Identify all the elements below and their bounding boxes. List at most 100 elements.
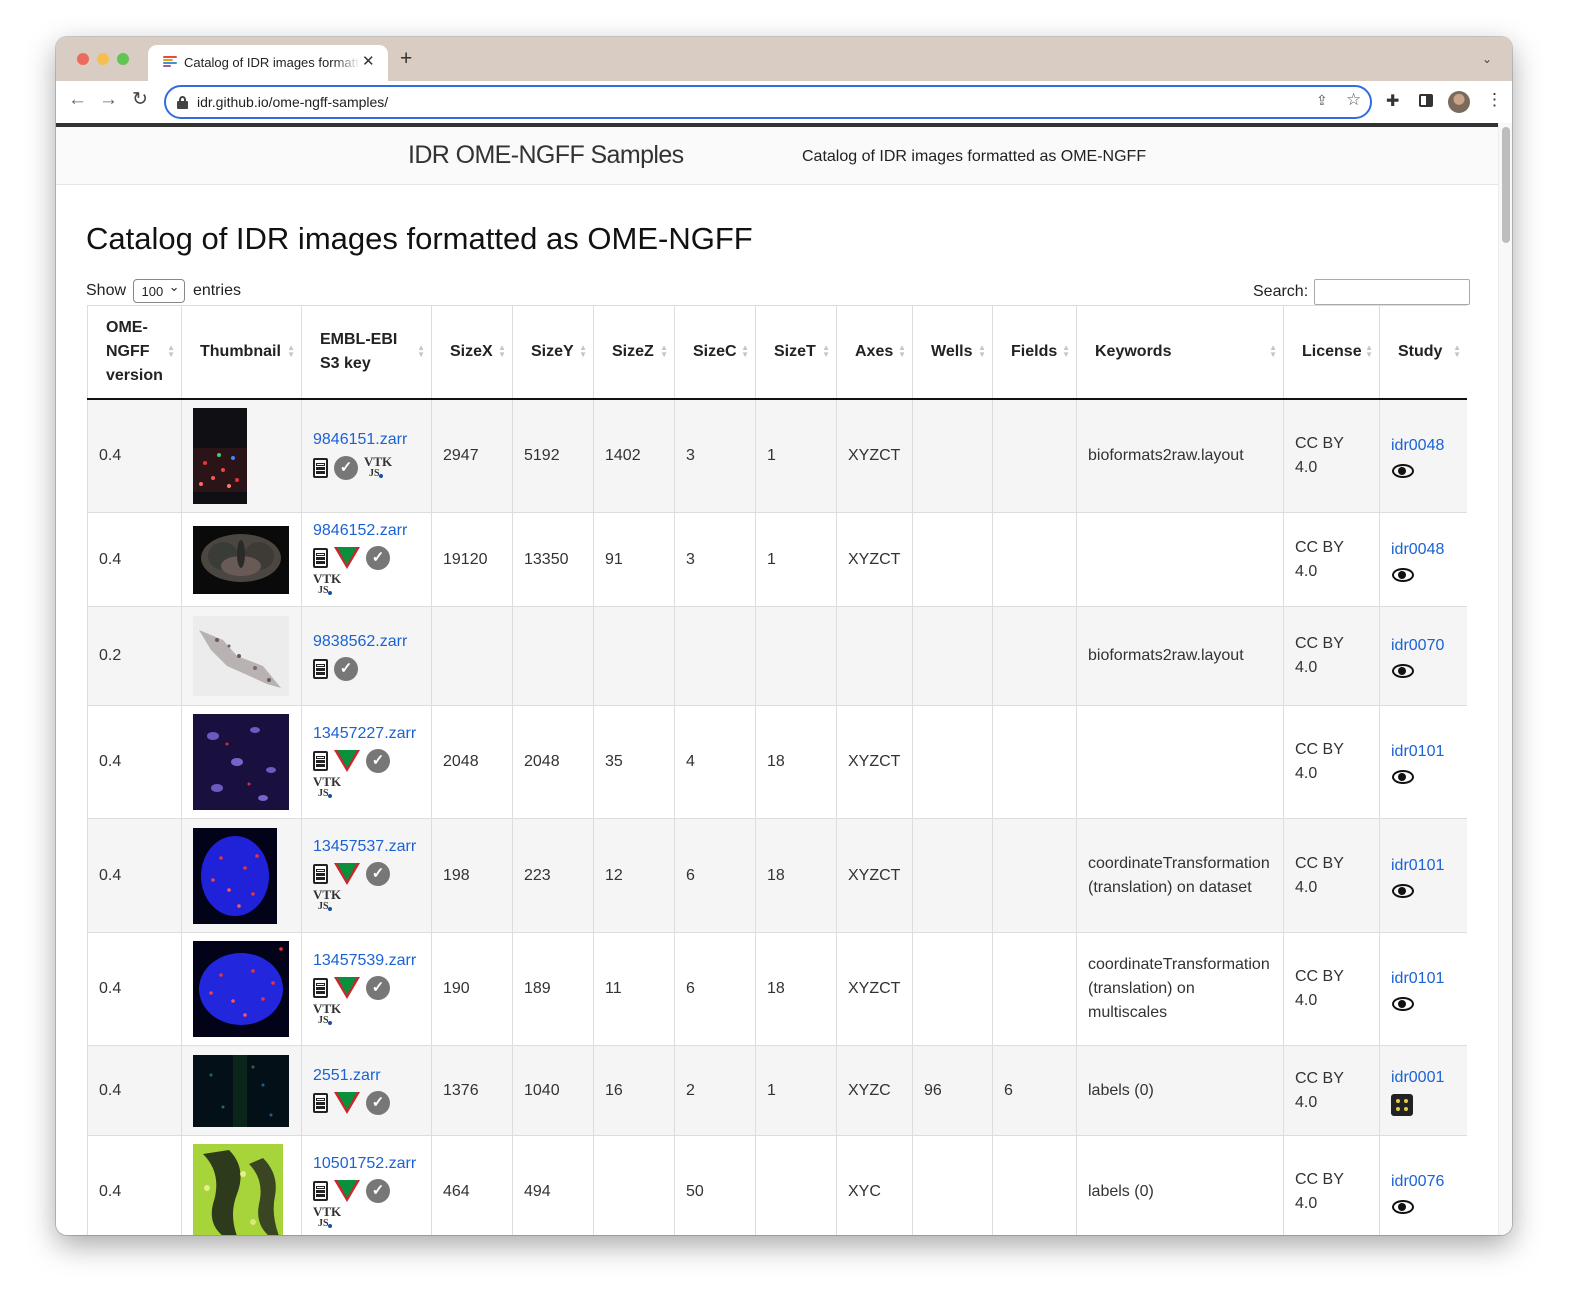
thumbnail-image[interactable]	[193, 941, 289, 1037]
study-link[interactable]: idr0101	[1391, 857, 1444, 874]
clipboard-icon[interactable]	[313, 1180, 328, 1201]
study-link[interactable]: idr0101	[1391, 970, 1444, 987]
reload-button[interactable]: ↻	[132, 90, 148, 109]
clipboard-icon[interactable]	[313, 548, 328, 568]
profile-avatar[interactable]	[1448, 91, 1470, 113]
study-link[interactable]: idr0048	[1391, 541, 1444, 558]
check-circle-icon[interactable]: ✓	[334, 656, 358, 681]
vizarr-icon[interactable]	[334, 976, 360, 999]
forward-button[interactable]: →	[99, 90, 118, 109]
vtk-js-icon[interactable]: VTK JS	[313, 775, 341, 801]
thumbnail-image[interactable]	[193, 525, 289, 594]
zarr-key-link[interactable]: 13457227.zarr	[313, 722, 420, 746]
address-bar[interactable]: idr.github.io/ome-ngff-samples/ ⇪ ☆	[164, 85, 1372, 119]
vizarr-icon[interactable]	[334, 749, 360, 772]
bookmark-star-icon[interactable]: ☆	[1346, 90, 1361, 110]
check-circle-icon[interactable]: ✓	[366, 975, 390, 1000]
column-header-key[interactable]: EMBL-EBI S3 key ▲ ▼	[301, 305, 432, 400]
thumbnail-image[interactable]	[193, 1054, 289, 1127]
vizarr-icon[interactable]	[334, 863, 360, 885]
eye-icon[interactable]	[1391, 996, 1415, 1011]
zarr-key-link[interactable]: 2551.zarr	[313, 1064, 420, 1088]
eye-icon[interactable]	[1391, 463, 1415, 478]
thumbnail-image[interactable]	[193, 827, 277, 924]
check-circle-icon[interactable]: ✓	[366, 1091, 390, 1115]
vtk-js-icon[interactable]: VTK JS	[313, 1205, 341, 1231]
eye-icon[interactable]	[1391, 1199, 1415, 1214]
vtk-js-icon[interactable]: VTK JS	[313, 572, 341, 598]
vizarr-icon[interactable]	[334, 1092, 360, 1114]
scrollbar-thumb[interactable]	[1502, 127, 1510, 243]
vizarr-icon[interactable]	[334, 547, 360, 569]
site-title[interactable]: IDR OME-NGFF Samples	[408, 141, 684, 170]
zarr-key-link[interactable]: 9838562.zarr	[313, 630, 420, 654]
zarr-key-link[interactable]: 13457539.zarr	[313, 949, 420, 973]
lock-icon[interactable]	[177, 96, 188, 109]
back-button[interactable]: ←	[68, 90, 87, 109]
vtk-js-icon[interactable]: VTK JS	[313, 1002, 341, 1028]
entries-select[interactable]: 100	[133, 279, 186, 303]
column-header-sizex[interactable]: SizeX ▲ ▼	[431, 305, 513, 400]
check-circle-icon[interactable]: ✓	[334, 456, 358, 481]
clipboard-icon[interactable]	[313, 458, 328, 479]
eye-icon[interactable]	[1391, 883, 1415, 898]
column-header-sizec[interactable]: SizeC ▲ ▼	[674, 305, 756, 400]
study-link[interactable]: idr0070	[1391, 637, 1444, 654]
extensions-puzzle-icon[interactable]: ✚	[1386, 91, 1399, 111]
column-header-fields[interactable]: Fields ▲ ▼	[992, 305, 1077, 400]
thumbnail-image[interactable]	[193, 714, 289, 810]
check-circle-icon[interactable]: ✓	[366, 748, 390, 773]
sizet-cell: 18	[755, 705, 837, 819]
close-tab-icon[interactable]: ✕	[362, 52, 375, 70]
column-header-study[interactable]: Study ▲ ▼	[1379, 305, 1467, 400]
url-text[interactable]: idr.github.io/ome-ngff-samples/	[197, 94, 388, 110]
zarr-key-link[interactable]: 9846152.zarr	[313, 519, 420, 543]
study-link[interactable]: idr0076	[1391, 1173, 1444, 1190]
eye-icon[interactable]	[1391, 567, 1415, 582]
column-header-thumbnail[interactable]: Thumbnail ▲ ▼	[181, 305, 302, 400]
study-link[interactable]: idr0048	[1391, 437, 1444, 454]
close-window-button[interactable]	[77, 53, 89, 65]
browser-tab[interactable]: Catalog of IDR images formatted as OME-N…	[148, 45, 388, 81]
clipboard-icon[interactable]	[313, 658, 328, 679]
page-scrollbar[interactable]	[1498, 123, 1512, 1235]
study-link[interactable]: idr0101	[1391, 743, 1444, 760]
eye-icon[interactable]	[1391, 663, 1415, 678]
maximize-window-button[interactable]	[117, 53, 129, 65]
zarr-key-link[interactable]: 9846151.zarr	[313, 428, 420, 452]
clipboard-icon[interactable]	[313, 864, 328, 884]
plate-icon[interactable]	[1391, 1093, 1413, 1116]
column-header-keywords[interactable]: Keywords ▲ ▼	[1076, 305, 1284, 400]
clipboard-icon[interactable]	[313, 977, 328, 998]
share-icon[interactable]: ⇪	[1316, 92, 1328, 109]
thumbnail-image[interactable]	[193, 616, 289, 696]
column-header-license[interactable]: License ▲ ▼	[1283, 305, 1380, 400]
vizarr-icon[interactable]	[334, 1179, 360, 1202]
clipboard-icon[interactable]	[313, 750, 328, 771]
check-circle-icon[interactable]: ✓	[366, 862, 390, 886]
column-header-axes[interactable]: Axes ▲ ▼	[836, 305, 913, 400]
side-panel-icon[interactable]	[1419, 94, 1433, 107]
study-link[interactable]: idr0001	[1391, 1069, 1444, 1086]
thumbnail-image[interactable]	[193, 1144, 283, 1235]
thumbnail-image[interactable]	[193, 407, 247, 504]
vtk-js-icon[interactable]: VTK JS	[313, 888, 341, 914]
check-circle-icon[interactable]: ✓	[366, 546, 390, 570]
column-header-sizez[interactable]: SizeZ ▲ ▼	[593, 305, 675, 400]
license-cell: CC BY 4.0	[1283, 398, 1380, 513]
zarr-key-link[interactable]: 10501752.zarr	[313, 1152, 420, 1176]
check-circle-icon[interactable]: ✓	[366, 1178, 390, 1203]
search-input[interactable]	[1313, 279, 1470, 305]
column-header-wells[interactable]: Wells ▲ ▼	[912, 305, 993, 400]
column-header-sizey[interactable]: SizeY ▲ ▼	[512, 305, 594, 400]
zarr-key-link[interactable]: 13457537.zarr	[313, 835, 420, 859]
column-header-sizet[interactable]: SizeT ▲ ▼	[755, 305, 837, 400]
vtk-js-icon[interactable]: VTK JS	[364, 455, 392, 481]
new-tab-button[interactable]: +	[400, 48, 412, 69]
column-header-version[interactable]: OME-NGFF version ▲ ▼	[87, 305, 182, 400]
minimize-window-button[interactable]	[97, 53, 109, 65]
tab-search-chevron-icon[interactable]: ⌄	[1482, 52, 1492, 66]
eye-icon[interactable]	[1391, 769, 1415, 784]
clipboard-icon[interactable]	[313, 1093, 328, 1113]
browser-menu-icon[interactable]: ⋮	[1486, 91, 1503, 108]
